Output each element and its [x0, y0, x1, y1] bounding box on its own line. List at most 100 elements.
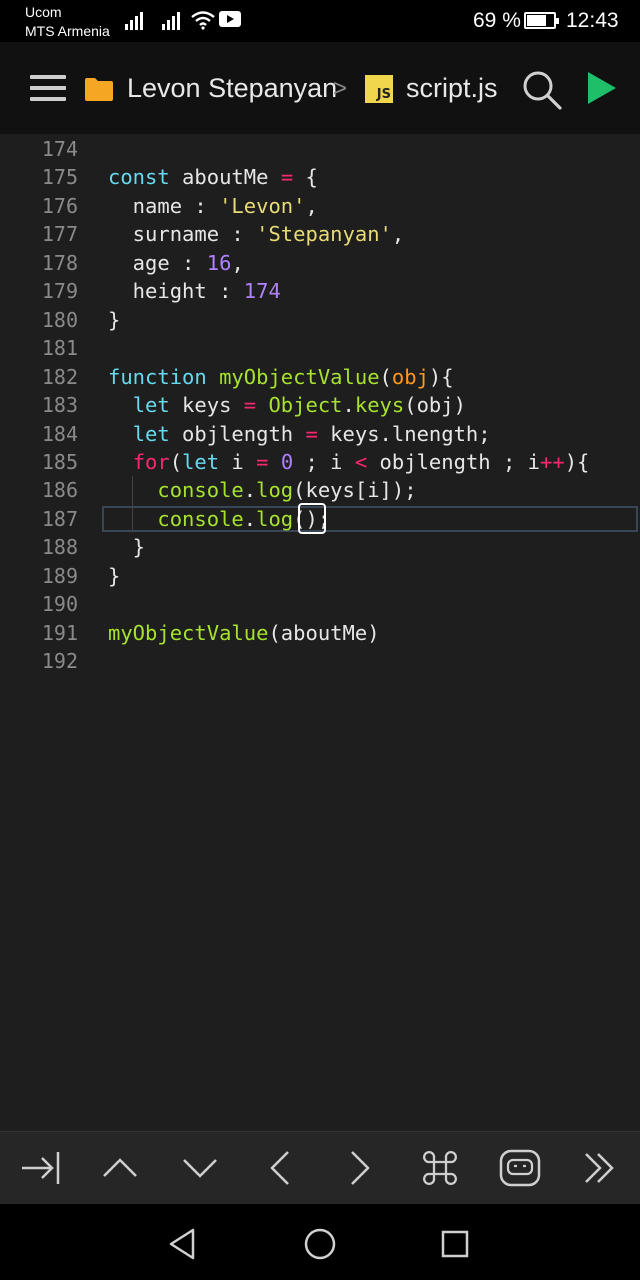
arrow-right-icon[interactable]	[338, 1146, 382, 1190]
code-line[interactable]: 191 myObjectValue(aboutMe)	[0, 619, 640, 647]
folder-icon[interactable]	[85, 77, 113, 101]
code-text[interactable]: myObjectValue(aboutMe)	[108, 619, 380, 647]
code-text[interactable]: console.log(keys[i]);	[108, 476, 417, 504]
code-token: age :	[108, 250, 207, 275]
code-text[interactable]: for(let i = 0 ; i < objlength ; i++){	[108, 448, 590, 476]
code-token: keys.lnength;	[317, 421, 491, 446]
code-token: <	[354, 449, 368, 474]
code-text[interactable]: }	[108, 306, 120, 334]
code-line[interactable]: 174	[0, 135, 640, 163]
code-token: const	[108, 165, 170, 190]
line-number: 179	[41, 279, 78, 304]
code-token: ){	[564, 449, 590, 474]
battery-percent: 69 %	[473, 9, 521, 32]
code-line[interactable]: 186 console.log(keys[i]);	[0, 476, 640, 504]
back-icon[interactable]	[163, 1224, 203, 1264]
line-number: 191	[41, 620, 78, 645]
code-token: .	[243, 478, 257, 503]
line-number: 183	[41, 393, 78, 418]
code-token: for	[132, 449, 170, 474]
code-token: surname :	[108, 222, 257, 247]
code-token: objlength ; i	[367, 449, 541, 474]
code-line[interactable]: 185 for(let i = 0 ; i < objlength ; i++)…	[0, 448, 640, 476]
breadcrumb-folder[interactable]: Levon Stepanyan	[127, 73, 337, 104]
line-number: 182	[41, 364, 78, 389]
code-line[interactable]: 192	[0, 647, 640, 675]
js-file-icon: JS	[365, 75, 393, 103]
code-text[interactable]: const aboutMe = {	[108, 163, 318, 191]
line-number: 187	[41, 506, 78, 531]
code-token: log	[256, 478, 294, 503]
code-token: 'Stepanyan'	[256, 222, 392, 247]
code-token: ++	[540, 449, 565, 474]
signal-icon-2	[162, 12, 180, 30]
code-text[interactable]: console.log();	[108, 505, 330, 533]
tab-icon[interactable]	[18, 1146, 62, 1190]
code-line[interactable]: 176 name : 'Levon',	[0, 192, 640, 220]
code-token: =	[305, 421, 318, 446]
code-token: keys	[354, 393, 405, 418]
code-token: console	[157, 478, 244, 503]
line-number: 180	[41, 307, 78, 332]
code-text[interactable]: function myObjectValue(obj){	[108, 363, 454, 391]
code-token: (keys[i]);	[293, 478, 417, 503]
code-token: (	[169, 449, 183, 474]
home-icon[interactable]	[300, 1224, 340, 1264]
menu-icon[interactable]	[30, 75, 66, 101]
code-token: obj	[391, 364, 429, 389]
code-token: myObjectValue	[219, 364, 380, 389]
code-line[interactable]: 179 height : 174	[0, 277, 640, 305]
arrow-down-icon[interactable]	[178, 1146, 222, 1190]
code-token: ; i	[293, 449, 355, 474]
code-token: console	[157, 506, 244, 531]
code-line[interactable]: 188 }	[0, 533, 640, 561]
code-token: .	[342, 393, 355, 418]
arrow-left-icon[interactable]	[258, 1146, 302, 1190]
code-token: aboutMe	[169, 165, 281, 190]
recents-icon[interactable]	[435, 1224, 475, 1264]
command-icon[interactable]	[418, 1146, 462, 1190]
code-line[interactable]: 182 function myObjectValue(obj){	[0, 363, 640, 391]
code-text[interactable]: let keys = Object.keys(obj)	[108, 391, 466, 419]
code-text[interactable]: surname : 'Stepanyan',	[108, 220, 405, 248]
code-text[interactable]: age : 16,	[108, 249, 244, 277]
code-text[interactable]: }	[108, 533, 145, 561]
arrow-up-icon[interactable]	[98, 1146, 142, 1190]
code-text[interactable]: height : 174	[108, 277, 281, 305]
clock: 12:43	[566, 9, 619, 32]
code-token: i	[219, 449, 257, 474]
code-line[interactable]: 183 let keys = Object.keys(obj)	[0, 391, 640, 419]
line-number: 176	[41, 193, 78, 218]
code-text[interactable]: name : 'Levon',	[108, 192, 318, 220]
battery-icon	[524, 12, 559, 29]
code-line[interactable]: 178 age : 16,	[0, 249, 640, 277]
editor-toolbar: Levon Stepanyan > JS script.js	[0, 42, 640, 134]
code-token: objlength	[169, 421, 306, 446]
code-line[interactable]: 189}	[0, 562, 640, 590]
code-line[interactable]: 180}	[0, 306, 640, 334]
code-line[interactable]: 184 let objlength = keys.lnength;	[0, 420, 640, 448]
run-icon[interactable]	[586, 70, 618, 106]
assistant-icon[interactable]	[498, 1146, 542, 1190]
fast-forward-icon[interactable]	[578, 1146, 622, 1190]
search-icon[interactable]	[520, 68, 564, 112]
code-editor[interactable]: 174 175 const aboutMe = {176 name : 'Levon…	[0, 134, 640, 1131]
line-number: 189	[41, 563, 78, 588]
code-token: myObjectValue	[108, 620, 269, 645]
breadcrumb-separator: >	[333, 75, 348, 102]
code-token: height :	[108, 279, 244, 304]
code-line[interactable]: 177 surname : 'Stepanyan',	[0, 220, 640, 248]
code-text[interactable]: let objlength = keys.lnength;	[108, 420, 491, 448]
code-token: let	[132, 421, 170, 446]
code-token: 0	[280, 449, 294, 474]
code-token: log	[256, 506, 294, 531]
breadcrumb-file[interactable]: script.js	[406, 73, 498, 104]
line-number: 190	[41, 592, 78, 617]
code-line[interactable]: 190	[0, 590, 640, 618]
code-line[interactable]: 181	[0, 334, 640, 362]
code-line[interactable]: 175 const aboutMe = {	[0, 163, 640, 191]
code-text[interactable]: }	[108, 562, 120, 590]
